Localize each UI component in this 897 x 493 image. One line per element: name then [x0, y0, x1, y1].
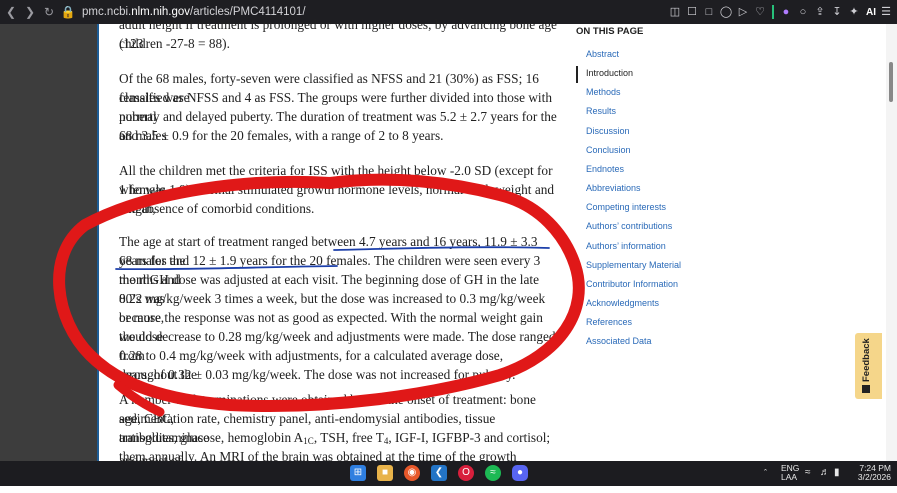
toolbar-separator [772, 5, 774, 19]
tray-chevron-icon[interactable]: ˆ [764, 468, 767, 493]
text-run: , TSH, free T [313, 430, 384, 445]
menu-icon[interactable]: ☰ [879, 5, 893, 19]
ai-icon[interactable]: ✦ [847, 5, 861, 19]
discord-icon[interactable]: ● [512, 465, 528, 481]
play-icon[interactable]: ▷ [736, 5, 750, 19]
toc-item[interactable]: Abbreviations [586, 183, 641, 193]
toc-item[interactable]: Endnotes [586, 164, 624, 174]
left-gutter [0, 24, 97, 461]
chat-icon[interactable]: ○ [796, 5, 810, 19]
clock[interactable]: 7:24 PM 3/2/2026 [851, 464, 891, 489]
paragraph-line: and 3.5 ± 0.9 for the 20 females, with a… [119, 128, 444, 143]
back-icon[interactable]: ❮ [3, 5, 19, 19]
battery-icon[interactable]: ▮ [834, 467, 840, 492]
toc-item[interactable]: Results [586, 106, 616, 116]
toc-item[interactable]: Conclusion [586, 145, 631, 155]
toc-item[interactable]: Competing interests [586, 202, 666, 212]
clock-date: 3/2/2026 [857, 472, 891, 482]
tab-icon[interactable]: □ [702, 5, 716, 19]
opera-icon[interactable]: O [458, 465, 474, 481]
download-icon[interactable]: ↧ [830, 5, 844, 19]
toc-item[interactable]: Introduction [586, 68, 633, 78]
toolbar-actions: ◫ ☐ □ ◯ ▷ ♡ ● ○ ⇪ ↧ ✦ AI ☰ [668, 0, 893, 24]
reader-icon[interactable]: ◫ [668, 5, 682, 19]
language-indicator[interactable]: ENG LAA [781, 464, 799, 489]
chrome-icon[interactable]: ◉ [404, 465, 420, 481]
text-run: antibodies, glucose, hemoglobin A [119, 430, 304, 445]
toc-item[interactable]: Discussion [586, 126, 630, 136]
toc-item[interactable]: References [586, 317, 632, 327]
feedback-button[interactable]: Feedback [855, 333, 882, 399]
forward-icon[interactable]: ❯ [22, 5, 38, 19]
toc-active-indicator [576, 66, 578, 83]
toc-item[interactable]: Abstract [586, 49, 619, 59]
ai-label[interactable]: AI [866, 7, 876, 18]
bookmark-icon[interactable]: ☐ [685, 5, 699, 19]
article-accent-line [97, 24, 99, 461]
windows-taskbar: ⊞ ■ ◉ ❮ O ≈ ● ˆ ENG LAA ≈ ♬ ▮ 7:24 PM 3/… [0, 461, 897, 486]
toc-item[interactable]: Acknowledgments [586, 298, 659, 308]
paragraph-line: children -27-8 = 88). [119, 36, 230, 51]
scroll-thumb[interactable] [889, 62, 893, 102]
wifi-icon[interactable]: ≈ [805, 467, 811, 492]
toc-item[interactable]: Authors’ information [586, 241, 666, 251]
heart-icon[interactable]: ♡ [753, 5, 767, 19]
file-explorer-icon[interactable]: ■ [377, 465, 393, 481]
feedback-icon [862, 385, 870, 393]
reload-icon[interactable]: ↻ [41, 5, 57, 19]
toc-item[interactable]: Authors’ contributions [586, 221, 672, 231]
spotify-icon[interactable]: ≈ [485, 465, 501, 481]
extension-icon[interactable]: ● [779, 5, 793, 19]
toc-item[interactable]: Associated Data [586, 336, 652, 346]
shield-icon[interactable]: ◯ [719, 5, 733, 19]
windows-start-icon[interactable]: ⊞ [350, 465, 366, 481]
subscript: 1C [303, 436, 314, 446]
lock-icon[interactable]: 🔒 [60, 5, 76, 19]
toc-item[interactable]: Supplementary Material [586, 260, 681, 270]
language-bottom: LAA [781, 472, 798, 482]
volume-icon[interactable]: ♬ [820, 467, 830, 492]
share-icon[interactable]: ⇪ [813, 5, 827, 19]
toc-item[interactable]: Contributor Information [586, 279, 678, 289]
feedback-label: Feedback [861, 338, 872, 382]
paragraph-line: years, of 0.32 ± 0.03 mg/kg/week. The do… [119, 367, 516, 382]
vscode-icon[interactable]: ❮ [431, 465, 447, 481]
toc-heading: ON THIS PAGE [576, 26, 644, 37]
paragraph-line: and absence of comorbid conditions. [119, 201, 315, 216]
toc-item[interactable]: Methods [586, 87, 621, 97]
